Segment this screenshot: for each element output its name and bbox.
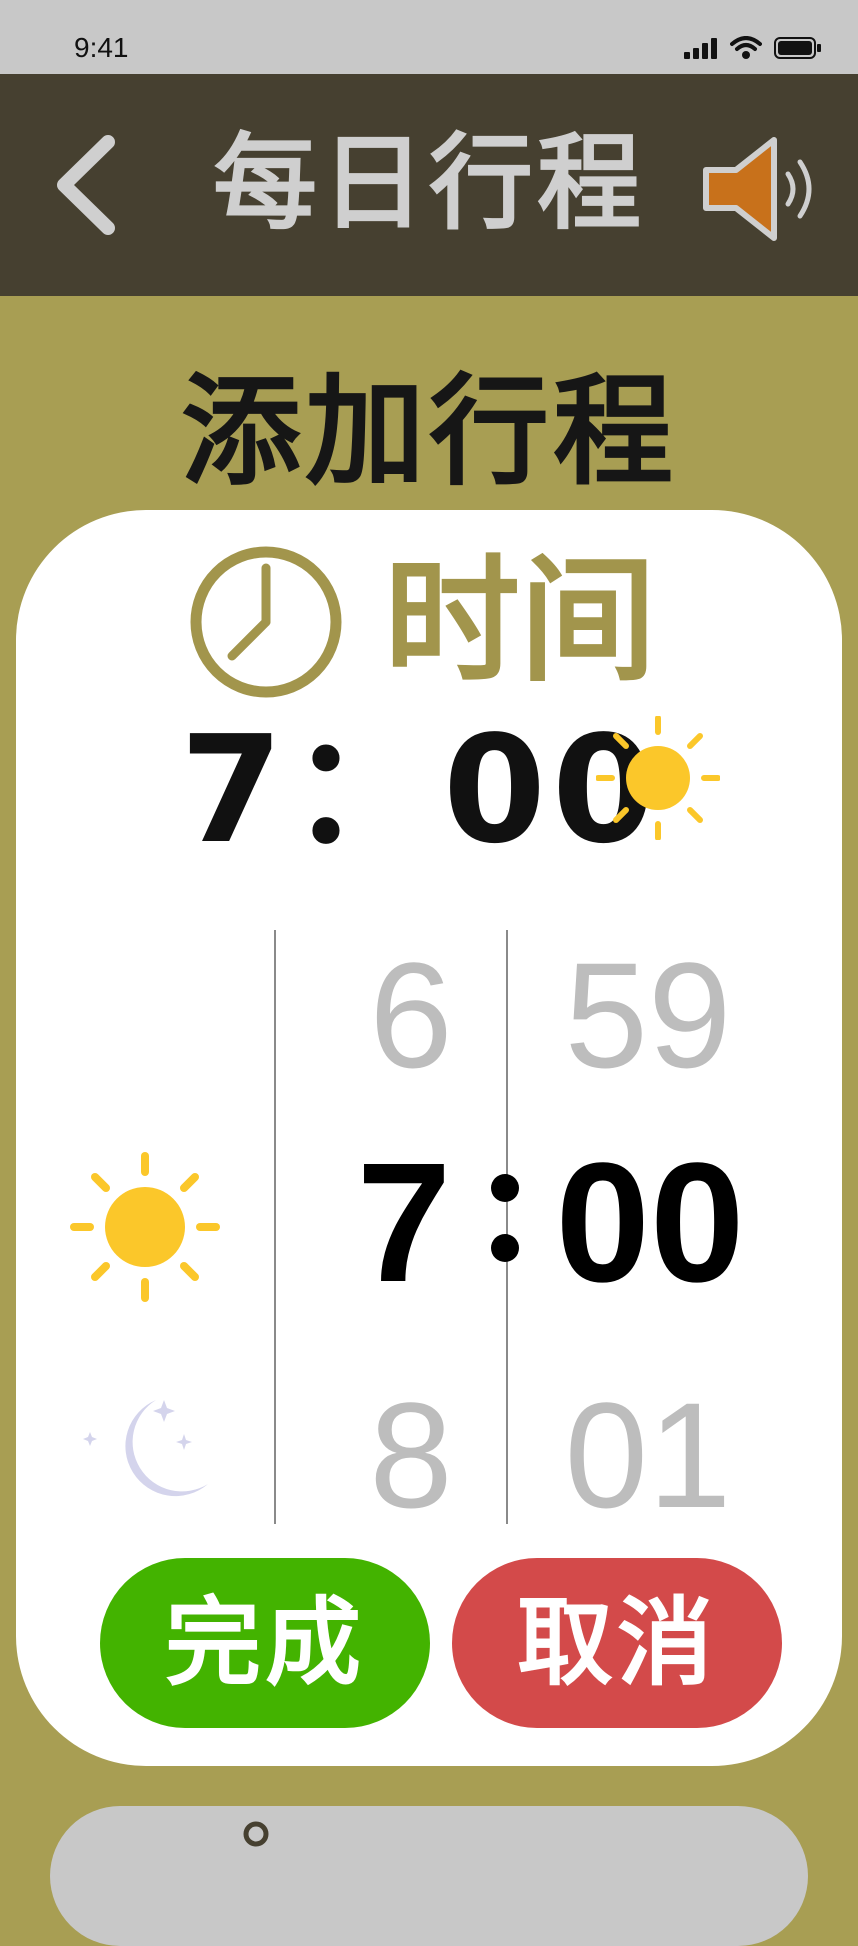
wifi-icon [730,36,762,59]
clock-icon [190,546,342,698]
minute-option-above[interactable]: 59 [558,940,738,1090]
speaker-button[interactable] [700,134,830,244]
minute-option-below[interactable]: 01 [558,1380,738,1530]
battery-icon [774,37,821,59]
picker-colon [491,1174,519,1262]
signal-icon [684,38,717,59]
minute-option-selected[interactable]: 00 [540,1138,760,1308]
time-label: 时间 [384,543,656,701]
next-card[interactable] [50,1806,808,1946]
time-heading: 时间 [188,544,656,700]
sun-icon[interactable] [70,1152,220,1302]
hour-option-above[interactable]: 6 [346,940,476,1090]
status-bar: 9:41 [0,0,858,74]
hour-option-below[interactable]: 8 [346,1380,476,1530]
picker-divider [274,930,276,1524]
ring-icon [243,1821,269,1847]
time-card: 时间 7：00 6 7 8 59 00 01 完成 取消 [16,510,842,1766]
selected-time-display: 7：00 [180,704,661,876]
app-header: 每日行程 [0,74,858,296]
status-icons [684,36,822,60]
page-title: 添加行程 [181,363,677,502]
time-picker[interactable]: 6 7 8 59 00 01 [16,930,842,1530]
hour-option-selected[interactable]: 7 [334,1138,474,1308]
speaker-icon [703,137,812,241]
cancel-button[interactable]: 取消 [452,1558,782,1728]
done-button[interactable]: 完成 [100,1558,430,1728]
sun-icon [596,716,720,840]
moon-icon[interactable] [76,1392,216,1512]
status-time: 9:41 [74,32,129,63]
